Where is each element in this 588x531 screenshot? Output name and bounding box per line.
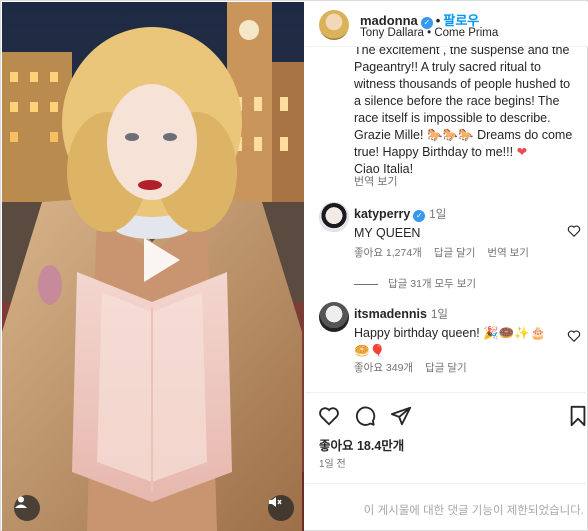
translate-comment-link[interactable]: 번역 보기	[487, 247, 529, 259]
user-icon	[15, 496, 27, 508]
comment-text: Happy birthday queen! 🎉🍩✨🎂🥯🎈	[354, 326, 546, 358]
comment-text: MY QUEEN	[354, 226, 421, 240]
comment-username[interactable]: katyperry	[354, 207, 410, 221]
reply-button[interactable]: 답글 달기	[425, 362, 467, 374]
post-timestamp: 1일 전	[319, 459, 346, 470]
avatar[interactable]	[319, 302, 349, 332]
share-icon[interactable]	[390, 405, 412, 427]
mute-icon	[269, 497, 282, 507]
bookmark-icon[interactable]	[567, 405, 588, 427]
avatar[interactable]	[319, 202, 349, 232]
post-actions: 좋아요 18.4만개 1일 전 이 게시물에 대한 댓글 기능이 제한되었습니다…	[305, 392, 588, 531]
translate-caption-link[interactable]: 번역 보기	[354, 173, 398, 189]
play-icon	[144, 238, 180, 282]
horse-emojis: 🐎🐎🐎	[426, 128, 474, 142]
comment-meta: 좋아요 1,274개 답글 달기 번역 보기	[354, 245, 541, 260]
separator-dot: •	[435, 13, 441, 28]
comments-disabled-notice: 이 게시물에 대한 댓글 기능이 제한되었습니다.	[305, 483, 588, 531]
comment-body: katyperry ✓ 1일 MY QUEEN	[354, 205, 554, 242]
post-caption: The excitement , the suspense and the Pa…	[354, 42, 580, 178]
post-header: madonna ✓ • 팔로우 Tony Dallara • Come Prima	[305, 2, 588, 47]
heart-icon[interactable]	[567, 224, 581, 238]
post-video[interactable]	[2, 2, 304, 531]
comment-time: 1일	[429, 209, 447, 221]
comment-icon[interactable]	[354, 405, 376, 427]
comment-likes[interactable]: 좋아요 1,274개	[354, 247, 422, 259]
comment-item: katyperry ✓ 1일 MY QUEEN 좋아요 1,274개 답글 달기 번역 …	[319, 202, 585, 272]
divider-line	[354, 283, 378, 285]
tagged-users-button[interactable]	[14, 495, 40, 521]
comment-username[interactable]: itsmadennis	[354, 307, 427, 321]
comment-time: 1일	[430, 309, 448, 321]
post-dialog: The excitement , the suspense and the Pa…	[0, 0, 588, 531]
view-replies-link[interactable]: 답글 31개 모두 보기	[354, 276, 476, 291]
heart-icon[interactable]	[318, 405, 340, 427]
post-details: The excitement , the suspense and the Pa…	[305, 2, 588, 531]
avatar[interactable]	[319, 10, 349, 40]
mute-button[interactable]	[268, 495, 294, 521]
audio-subtitle[interactable]: Tony Dallara • Come Prima	[360, 27, 498, 39]
comment-body: itsmadennis 1일 Happy birthday queen! 🎉🍩✨🎂…	[354, 305, 554, 360]
author-username[interactable]: madonna	[360, 13, 418, 28]
reply-button[interactable]: 답글 달기	[434, 247, 476, 259]
heart-icon[interactable]	[567, 329, 581, 343]
play-button[interactable]	[130, 232, 186, 288]
comment-likes[interactable]: 좋아요 349개	[354, 362, 413, 374]
follow-button[interactable]: 팔로우	[443, 13, 479, 28]
heart-emoji: ❤	[516, 145, 528, 159]
verified-badge-icon: ✓	[413, 210, 426, 222]
likes-count[interactable]: 좋아요 18.4만개	[319, 435, 404, 454]
comment-item: itsmadennis 1일 Happy birthday queen! 🎉🍩✨🎂…	[319, 302, 585, 382]
view-replies-text: 답글 31개 모두 보기	[388, 278, 477, 290]
comment-meta: 좋아요 349개 답글 달기	[354, 360, 479, 375]
